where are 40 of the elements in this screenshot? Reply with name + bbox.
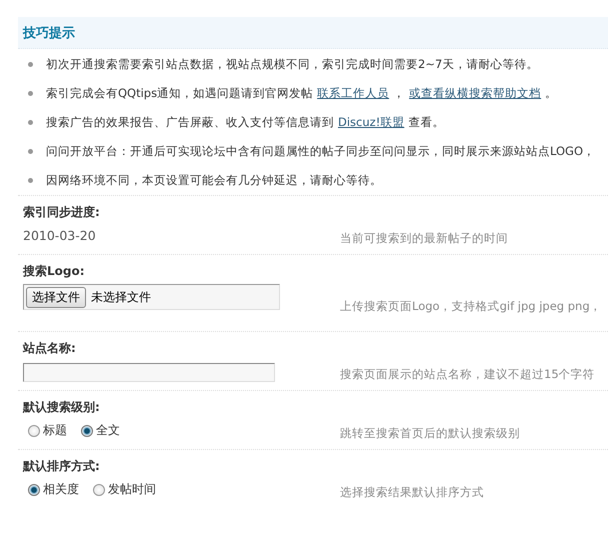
setting-value: 2010-03-20 (23, 228, 96, 243)
setting-label: 搜索Logo: (23, 263, 86, 280)
help-link[interactable]: 或查看纵横搜索帮助文档 (409, 86, 542, 101)
radio-button[interactable] (28, 424, 40, 436)
bullet-icon (28, 149, 33, 154)
setting-label: 索引同步进度: (23, 204, 101, 221)
radio-button[interactable] (81, 424, 93, 436)
radio-button[interactable] (28, 484, 40, 496)
bullet-icon (28, 120, 33, 125)
input-field[interactable] (23, 363, 275, 382)
setting-label: 站点名称: (23, 340, 77, 357)
setting-description: 当前可搜索到的最新帖子的时间 (340, 230, 508, 246)
tip-text: 初次开通搜索需要索引站点数据，视站点规模不同，索引完成时间需要2~7天，请耐心等待。 (46, 57, 538, 72)
help-link[interactable]: 联系工作人员 (317, 86, 390, 101)
bullet-icon (28, 62, 33, 67)
setting-label: 默认搜索级别: (23, 399, 101, 416)
choose-file-button[interactable]: 选择文件 (26, 286, 86, 308)
tip-text: 。 (545, 86, 558, 101)
setting-description: 跳转至搜索首页后的默认搜索级别 (340, 425, 520, 441)
tip-text: 查看。 (408, 115, 444, 130)
tip-text: 问问开放平台：开通后可实现论坛中含有问题属性的帖子同步至问问显示，同时展示来源站站点LOGO， (46, 144, 596, 159)
radio-label[interactable]: 发帖时间 (108, 481, 156, 498)
setting-description: 上传搜索页面Logo，支持格式gif jpg jpeg png， (340, 298, 602, 314)
tips-title: 技巧提示 (23, 24, 75, 42)
tip-text: 索引完成会有QQtips通知，如遇问题请到官网发帖 (46, 86, 314, 101)
bullet-icon (28, 178, 33, 183)
help-link[interactable]: Discuz!联盟 (338, 115, 404, 130)
setting-description: 选择搜索结果默认排序方式 (340, 484, 484, 500)
radio-label[interactable]: 标题 (43, 422, 67, 439)
bullet-icon (28, 91, 33, 96)
tip-text: ， (393, 86, 406, 101)
tip-text: 搜索广告的效果报告、广告屏蔽、收入支付等信息请到 (46, 115, 334, 130)
file-status: 未选择文件 (91, 288, 151, 306)
setting-label: 默认排序方式: (23, 458, 101, 475)
radio-label[interactable]: 相关度 (43, 481, 79, 498)
file-input[interactable]: 选择文件 未选择文件 (23, 284, 280, 310)
setting-description: 搜索页面展示的站点名称，建议不超过15个字符 (340, 366, 595, 382)
radio-button[interactable] (93, 484, 105, 496)
tip-text: 因网络环境不同，本页设置可能会有几分钟延迟，请耐心等待。 (46, 173, 382, 188)
radio-label[interactable]: 全文 (96, 422, 120, 439)
